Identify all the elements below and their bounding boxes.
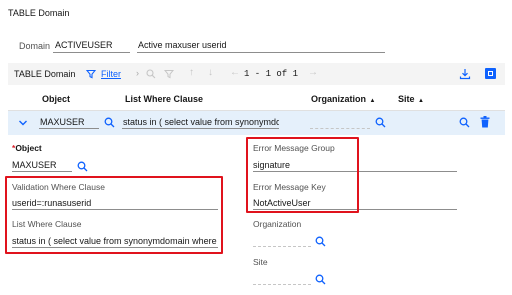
domain-value: ACTIVEUSER xyxy=(55,40,113,50)
row-list-where-field[interactable]: status in ( select value from synonymdom xyxy=(122,116,279,129)
arrow-down-icon[interactable]: ↓ xyxy=(208,67,213,78)
object-label-text: Object xyxy=(15,143,42,153)
object-field[interactable]: MAXUSER xyxy=(12,158,72,172)
domain-description: Active maxuser userid xyxy=(138,40,227,50)
sort-ascending-icon[interactable]: ▲ xyxy=(418,98,424,104)
column-header-organization[interactable]: Organization ▲ xyxy=(311,94,375,104)
site-field[interactable] xyxy=(253,272,311,285)
search-icon[interactable] xyxy=(146,69,156,79)
filter-icon[interactable] xyxy=(86,69,96,79)
site-label: Site xyxy=(253,257,268,267)
clear-filter-icon[interactable] xyxy=(164,69,174,79)
download-icon[interactable] xyxy=(459,68,471,80)
row-object-value: MAXUSER xyxy=(40,117,85,127)
search-icon[interactable] xyxy=(104,117,115,128)
sort-ascending-icon[interactable]: ▲ xyxy=(370,98,376,104)
column-header-site-label: Site xyxy=(398,94,415,104)
pagination-text: 1 - 1 of 1 xyxy=(244,69,299,79)
object-value: MAXUSER xyxy=(12,160,57,170)
search-icon[interactable] xyxy=(315,274,326,285)
search-icon[interactable] xyxy=(77,161,88,172)
search-icon[interactable] xyxy=(315,236,326,247)
row-list-where-value: status in ( select value from synonymdom xyxy=(123,117,279,127)
separator-chevron: › xyxy=(136,68,139,78)
row-object-field[interactable]: MAXUSER xyxy=(39,116,99,129)
search-icon[interactable] xyxy=(375,117,386,128)
column-header-object[interactable]: Object xyxy=(42,94,70,104)
organization-field[interactable] xyxy=(253,234,311,247)
domain-field[interactable]: ACTIVEUSER xyxy=(53,39,130,53)
page-title: TABLE Domain xyxy=(8,8,70,18)
table-title: TABLE Domain xyxy=(14,69,76,79)
organization-label: Organization xyxy=(253,219,302,229)
maximize-icon[interactable] xyxy=(485,68,496,79)
column-header-site[interactable]: Site ▲ xyxy=(398,94,424,104)
object-label: *Object xyxy=(12,143,42,153)
column-header-organization-label: Organization xyxy=(311,94,367,104)
domain-label: Domain xyxy=(19,41,51,51)
annotation-box-error-message xyxy=(246,137,359,213)
annotation-box-validation-list xyxy=(5,176,223,254)
row-organization-field[interactable] xyxy=(310,116,370,129)
search-icon[interactable] xyxy=(459,117,470,128)
table-header-row: Object List Where Clause Organization ▲ … xyxy=(8,85,505,111)
chevron-down-icon[interactable] xyxy=(18,119,28,127)
filter-link[interactable]: Filter xyxy=(101,69,121,79)
table-row[interactable]: MAXUSER status in ( select value from sy… xyxy=(8,111,505,135)
arrow-right-icon[interactable]: → xyxy=(308,67,318,78)
arrow-up-icon[interactable]: ↑ xyxy=(189,67,194,78)
domain-description-field[interactable]: Active maxuser userid xyxy=(137,39,385,53)
column-header-list-where[interactable]: List Where Clause xyxy=(125,94,203,104)
arrow-left-icon[interactable]: ← xyxy=(230,67,240,78)
trash-icon[interactable] xyxy=(480,116,490,128)
table-toolbar: TABLE Domain Filter › ↑ ↓ ← 1 - 1 of 1 → xyxy=(8,63,505,85)
